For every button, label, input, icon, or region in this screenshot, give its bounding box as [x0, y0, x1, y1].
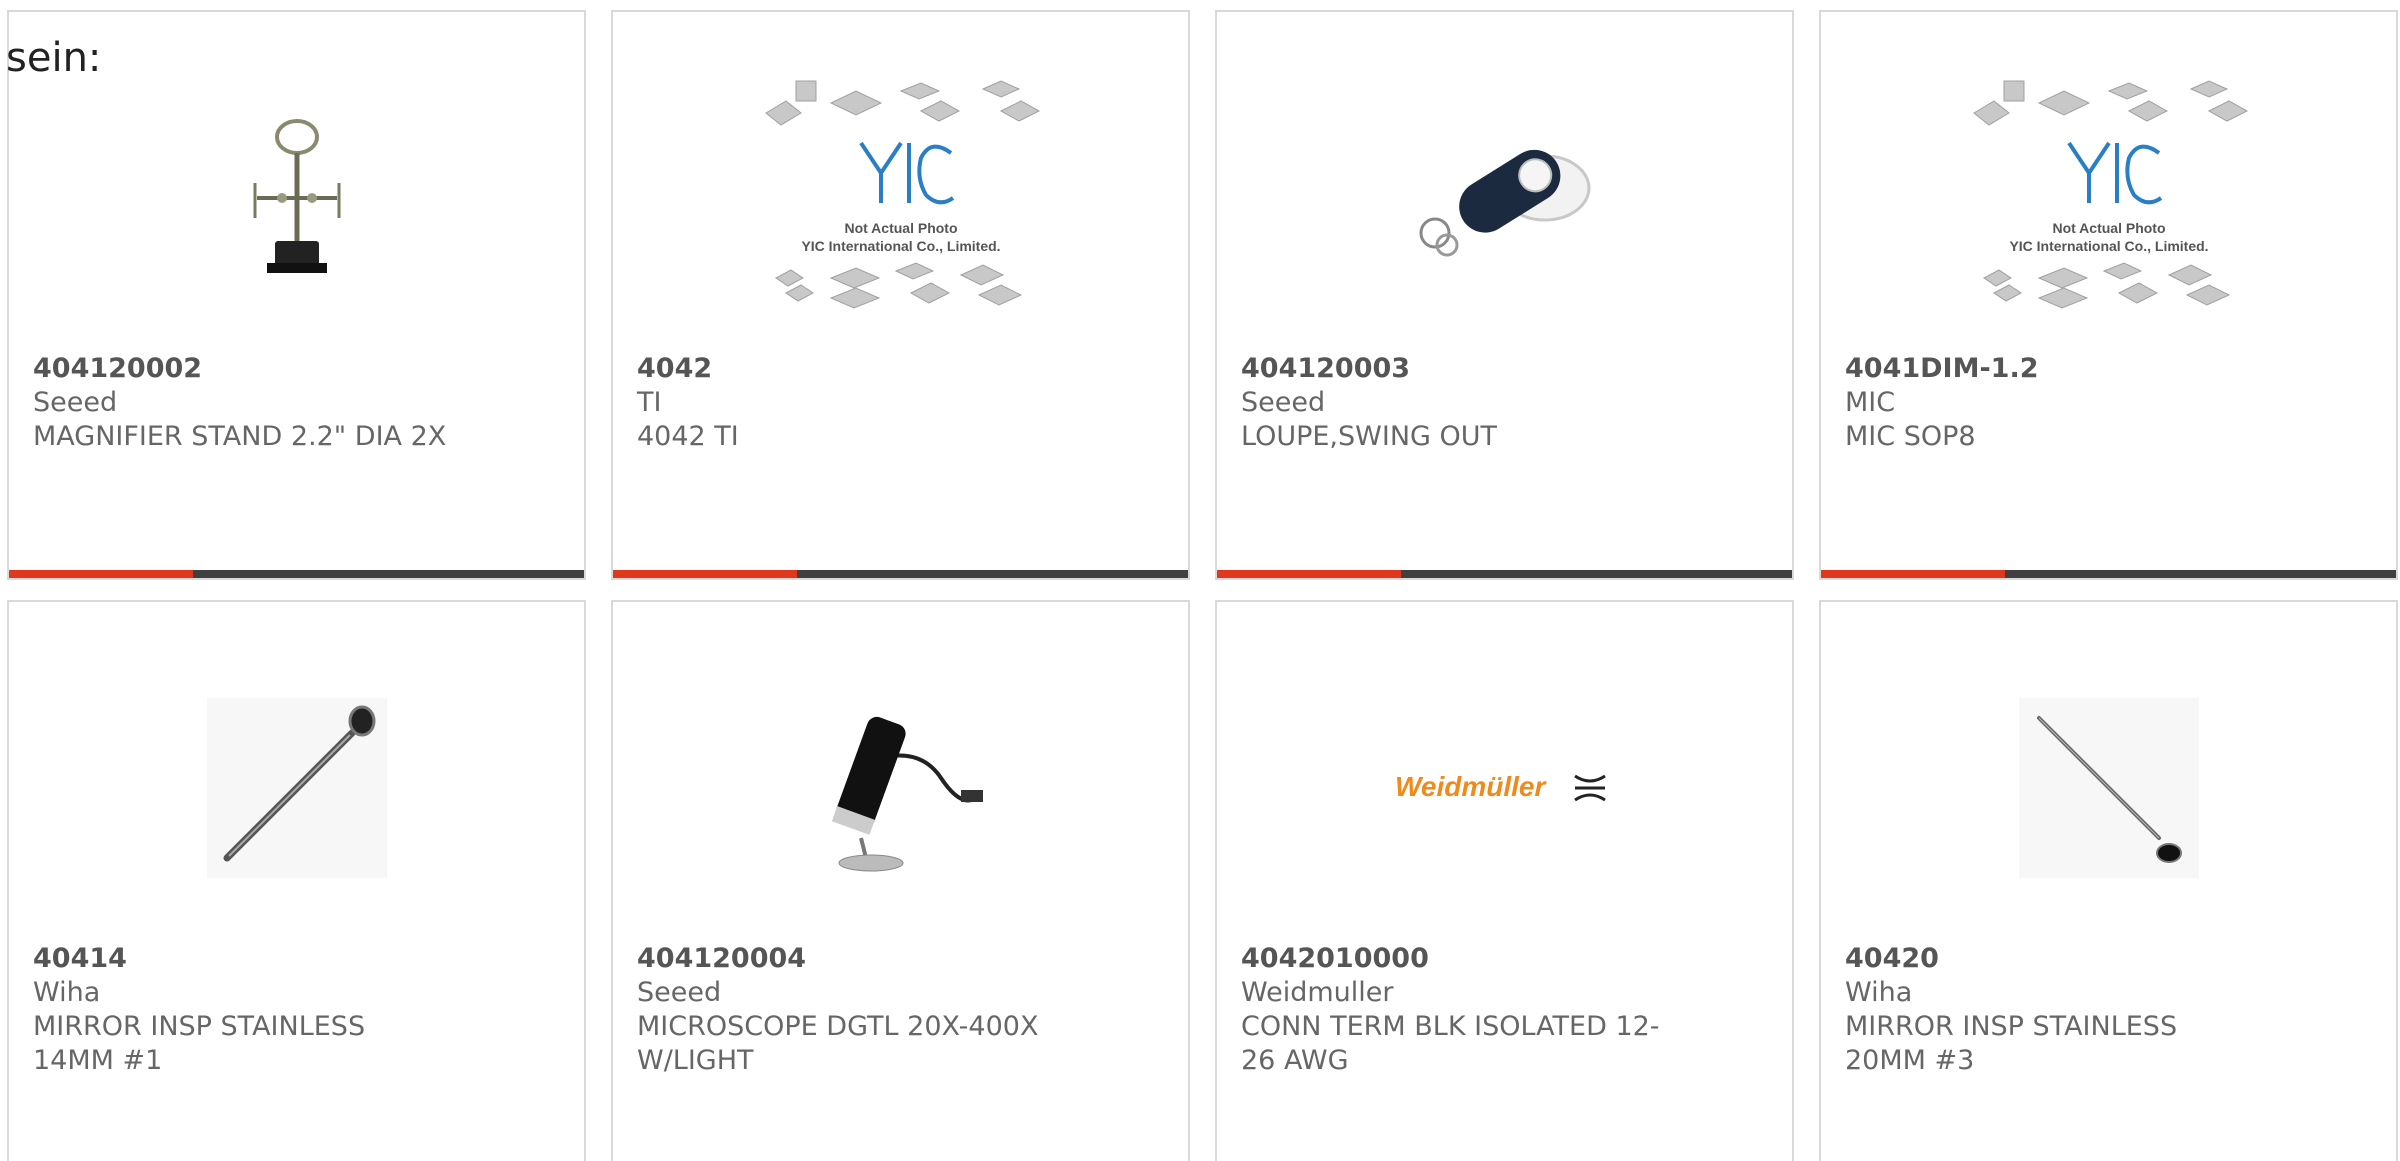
manufacturer: TI	[637, 387, 662, 418]
inspection-mirror-image[interactable]	[147, 648, 447, 928]
magnifier-stand-image[interactable]	[147, 58, 447, 338]
part-number[interactable]: 404120004	[637, 942, 1057, 976]
product-info: 4042010000 Weidmuller CONN TERM BLK ISOL…	[1241, 942, 1661, 1078]
product-listing-page: sein: 404120002 Seeed MAGNIFIER STAND 2.…	[0, 0, 2400, 1161]
product-description: MIC SOP8	[1845, 421, 1976, 452]
card-footer-bar	[1821, 570, 2396, 578]
loupe-image[interactable]	[1355, 58, 1655, 338]
card-footer-accent	[1821, 570, 2005, 578]
card-footer-accent	[613, 570, 797, 578]
product-grid: 404120002 Seeed MAGNIFIER STAND 2.2" DIA…	[7, 10, 2398, 1161]
product-card[interactable]: Not Actual Photo YIC International Co., …	[1819, 10, 2398, 580]
heading-fragment: sein:	[6, 35, 102, 81]
digital-microscope-image[interactable]	[751, 648, 1051, 928]
part-number[interactable]: 40420	[1845, 942, 2265, 976]
card-footer-bar	[9, 570, 584, 578]
product-info: 404120004 Seeed MICROSCOPE DGTL 20X-400X…	[637, 942, 1057, 1078]
product-info: 40414 Wiha MIRROR INSP STAINLESS 14MM #1	[33, 942, 453, 1078]
product-card[interactable]: Not Actual Photo YIC International Co., …	[611, 10, 1190, 580]
card-footer-accent	[1217, 570, 1401, 578]
product-info: 404120003 Seeed LOUPE,SWING OUT	[1241, 352, 1661, 454]
product-description: LOUPE,SWING OUT	[1241, 421, 1498, 452]
product-description: MIRROR INSP STAINLESS 14MM #1	[33, 1011, 366, 1076]
product-info: 404120002 Seeed MAGNIFIER STAND 2.2" DIA…	[33, 352, 453, 454]
product-info: 4041DIM-1.2 MIC MIC SOP8	[1845, 352, 2265, 454]
manufacturer: Seeed	[1241, 387, 1326, 418]
image-caption-line2: YIC International Co., Limited.	[801, 238, 1000, 254]
product-card[interactable]: Weidmüller 4042010000 Weidmuller CONN TE…	[1215, 600, 1794, 1161]
image-caption-line1: Not Actual Photo	[844, 220, 957, 236]
weidmuller-logo-text: Weidmüller	[1395, 771, 1548, 802]
card-footer-accent	[9, 570, 193, 578]
manufacturer: Wiha	[1845, 977, 1913, 1008]
part-number[interactable]: 404120002	[33, 352, 453, 386]
product-description: CONN TERM BLK ISOLATED 12-26 AWG	[1241, 1011, 1660, 1076]
weidmuller-logo[interactable]: Weidmüller	[1355, 648, 1655, 928]
product-card[interactable]: 40420 Wiha MIRROR INSP STAINLESS 20MM #3	[1819, 600, 2398, 1161]
manufacturer: Wiha	[33, 977, 101, 1008]
part-number[interactable]: 40414	[33, 942, 453, 976]
manufacturer: MIC	[1845, 387, 1896, 418]
product-description: MICROSCOPE DGTL 20X-400X W/LIGHT	[637, 1011, 1039, 1076]
image-caption-line2: YIC International Co., Limited.	[2009, 238, 2208, 254]
part-number[interactable]: 4042	[637, 352, 1057, 386]
product-card[interactable]: 404120003 Seeed LOUPE,SWING OUT	[1215, 10, 1794, 580]
product-card[interactable]: 40414 Wiha MIRROR INSP STAINLESS 14MM #1	[7, 600, 586, 1161]
product-info: 4042 TI 4042 TI	[637, 352, 1057, 454]
product-info: 40420 Wiha MIRROR INSP STAINLESS 20MM #3	[1845, 942, 2265, 1078]
manufacturer: Seeed	[637, 977, 722, 1008]
product-description: MAGNIFIER STAND 2.2" DIA 2X	[33, 421, 447, 452]
product-description: MIRROR INSP STAINLESS 20MM #3	[1845, 1011, 2178, 1076]
card-footer-bar	[613, 570, 1188, 578]
part-number[interactable]: 404120003	[1241, 352, 1661, 386]
part-number[interactable]: 4042010000	[1241, 942, 1661, 976]
inspection-mirror-image[interactable]	[1959, 648, 2259, 928]
manufacturer: Weidmuller	[1241, 977, 1394, 1008]
product-card[interactable]: 404120004 Seeed MICROSCOPE DGTL 20X-400X…	[611, 600, 1190, 1161]
product-card[interactable]: 404120002 Seeed MAGNIFIER STAND 2.2" DIA…	[7, 10, 586, 580]
part-number[interactable]: 4041DIM-1.2	[1845, 352, 2265, 386]
yic-placeholder-image[interactable]: Not Actual Photo YIC International Co., …	[1959, 58, 2259, 338]
product-description: 4042 TI	[637, 421, 739, 452]
manufacturer: Seeed	[33, 387, 118, 418]
card-footer-bar	[1217, 570, 1792, 578]
yic-placeholder-image[interactable]: Not Actual Photo YIC International Co., …	[751, 58, 1051, 338]
image-caption-line1: Not Actual Photo	[2052, 220, 2165, 236]
